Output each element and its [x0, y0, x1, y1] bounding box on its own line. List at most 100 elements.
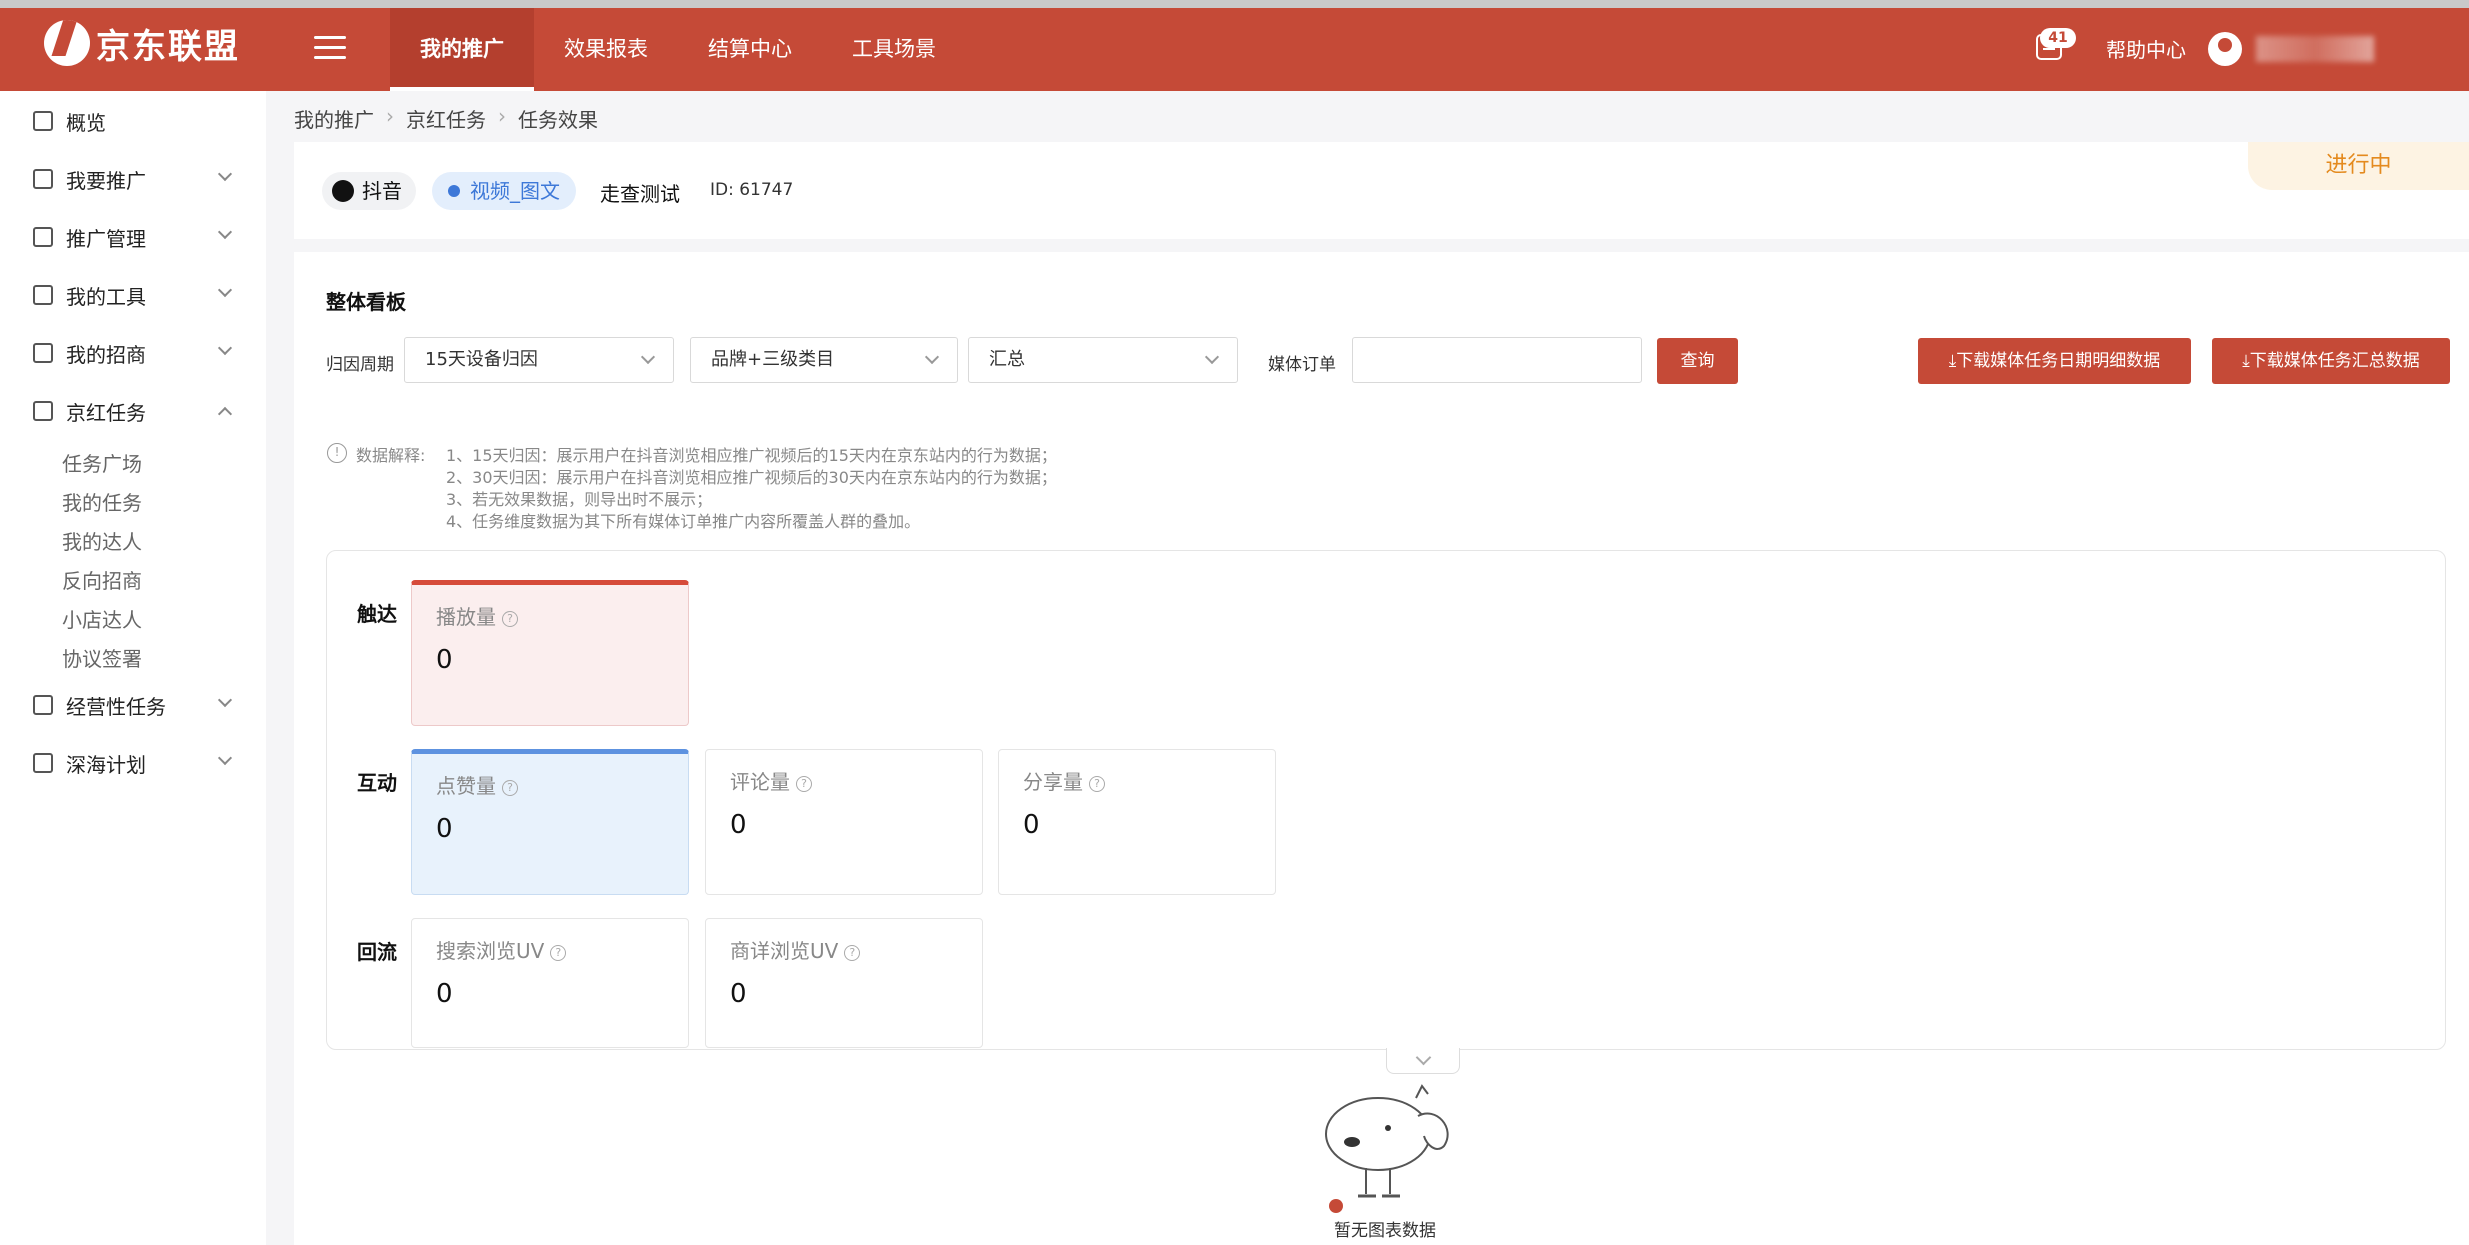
dashboard-icon	[33, 111, 53, 131]
sidebar-item-overview[interactable]: 概览	[0, 101, 266, 141]
metric-value: 0	[730, 810, 747, 840]
attribution-period-select[interactable]: 15天设备归因	[404, 337, 674, 383]
chevron-down-icon	[217, 750, 233, 766]
metric-card-likes[interactable]: 点赞量? 0	[411, 749, 689, 895]
sidebar-subitem-task-square[interactable]: 任务广场	[62, 448, 142, 477]
metric-card-search-uv[interactable]: 搜索浏览UV? 0	[411, 918, 689, 1048]
row-label-reach: 触达	[357, 602, 397, 626]
help-icon[interactable]: ?	[550, 945, 567, 961]
chevron-down-icon	[1204, 349, 1220, 365]
sidebar-item-deep-sea-plan[interactable]: 深海计划	[0, 743, 266, 783]
media-order-input[interactable]	[1352, 337, 1642, 383]
sidebar-item-label: 京红任务	[66, 400, 146, 425]
select-value: 15天设备归因	[425, 349, 538, 370]
help-icon[interactable]: ?	[844, 945, 861, 961]
sidebar-item-label: 我的招商	[66, 342, 146, 367]
tools-icon	[33, 285, 53, 305]
logo-text: 京东联盟	[96, 26, 240, 67]
notification-badge: 41	[2040, 28, 2076, 48]
row-label-interaction: 互动	[357, 771, 397, 795]
breadcrumb: 我的推广 › 京红任务 › 任务效果	[294, 104, 598, 133]
sidebar-item-promote[interactable]: 我要推广	[0, 159, 266, 199]
sidebar-item-label: 我要推广	[66, 168, 146, 193]
select-value: 汇总	[989, 349, 1025, 370]
metric-value: 0	[436, 814, 453, 844]
sidebar-item-business-task[interactable]: 经营性任务	[0, 685, 266, 725]
tab-tool-scenes[interactable]: 工具场景	[822, 8, 966, 91]
user-avatar-icon[interactable]	[2208, 32, 2242, 66]
metric-value: 0	[436, 645, 453, 675]
chevron-down-icon	[217, 224, 233, 240]
summary-select[interactable]: 汇总	[968, 337, 1238, 383]
expand-toggle[interactable]	[1386, 1048, 1460, 1074]
sidebar-item-label: 我的工具	[66, 284, 146, 309]
task-id: ID: 61747	[710, 180, 794, 200]
sidebar-subitem-shop-influencer[interactable]: 小店达人	[62, 604, 142, 633]
sidebar-item-label: 推广管理	[66, 226, 146, 251]
board-title: 整体看板	[326, 290, 406, 314]
sidebar-item-jd-red-task[interactable]: 京红任务	[0, 391, 266, 431]
download-daily-detail-button[interactable]: ⤓下载媒体任务日期明细数据	[1918, 338, 2191, 384]
jd-union-logo[interactable]: 京东联盟	[44, 20, 240, 67]
sidebar-item-label: 概览	[66, 110, 106, 135]
empty-dog-illustration	[1325, 1084, 1449, 1213]
category-select[interactable]: 品牌+三级类目	[690, 337, 958, 383]
metric-title: 商详浏览UV?	[730, 935, 861, 964]
send-icon	[33, 169, 53, 189]
metric-card-detail-uv[interactable]: 商详浏览UV? 0	[705, 918, 983, 1048]
sidebar-subitem-reverse-merchant[interactable]: 反向招商	[62, 565, 142, 594]
metric-card-shares[interactable]: 分享量? 0	[998, 749, 1276, 895]
breadcrumb-separator: ›	[498, 104, 506, 128]
metric-card-comments[interactable]: 评论量? 0	[705, 749, 983, 895]
top-navbar	[0, 8, 2469, 91]
sidebar-item-my-tools[interactable]: 我的工具	[0, 275, 266, 315]
metric-title: 分享量?	[1023, 766, 1105, 795]
sidebar-subitem-agreement-sign[interactable]: 协议签署	[62, 643, 142, 672]
breadcrumb-current: 任务效果	[518, 108, 598, 132]
query-button[interactable]: 查询	[1657, 338, 1738, 384]
metric-title: 搜索浏览UV?	[436, 935, 567, 964]
help-icon[interactable]: ?	[1089, 776, 1105, 792]
select-value: 品牌+三级类目	[711, 349, 835, 370]
note-label: 数据解释:	[356, 446, 426, 465]
merchant-icon	[33, 343, 53, 363]
sidebar-subitem-my-influencers[interactable]: 我的达人	[62, 526, 142, 555]
help-icon[interactable]: ?	[502, 611, 518, 627]
metric-title: 评论量?	[730, 766, 812, 795]
sidebar-item-label: 深海计划	[66, 752, 146, 777]
chevron-down-icon	[924, 349, 940, 365]
sidebar-item-label: 经营性任务	[66, 694, 166, 719]
metric-value: 0	[1023, 810, 1040, 840]
help-icon[interactable]: ?	[796, 776, 812, 792]
period-label: 归因周期	[326, 355, 394, 375]
tab-settlement-center[interactable]: 结算中心	[678, 8, 822, 91]
business-task-icon	[33, 695, 53, 715]
help-center-link[interactable]: 帮助中心	[2106, 34, 2186, 63]
help-icon[interactable]: ?	[502, 780, 518, 796]
breadcrumb-item[interactable]: 我的推广	[294, 104, 374, 133]
metric-card-plays[interactable]: 播放量? 0	[411, 580, 689, 726]
sidebar-subitem-my-tasks[interactable]: 我的任务	[62, 487, 142, 516]
chevron-down-icon	[217, 340, 233, 356]
download-summary-button[interactable]: ⤓下载媒体任务汇总数据	[2212, 338, 2450, 384]
note-line: 1、15天归因：展示用户在抖音浏览相应推广视频后的15天内在京东站内的行为数据；	[446, 446, 1057, 465]
tab-effect-report[interactable]: 效果报表	[534, 8, 678, 91]
metric-title: 点赞量?	[436, 770, 518, 799]
deep-sea-icon	[33, 753, 53, 773]
info-icon: !	[327, 443, 347, 463]
content-type-tag: 视频_图文	[432, 172, 576, 210]
breadcrumb-separator: ›	[386, 104, 394, 128]
hamburger-menu-icon[interactable]	[314, 36, 346, 62]
metric-value: 0	[730, 979, 747, 1009]
sidebar-item-promotion-manage[interactable]: 推广管理	[0, 217, 266, 257]
chevron-down-icon	[217, 692, 233, 708]
task-name: 走查测试	[600, 182, 680, 206]
empty-chart-text: 暂无图表数据	[1334, 1221, 1436, 1241]
sidebar-item-my-merchant[interactable]: 我的招商	[0, 333, 266, 373]
breadcrumb-item[interactable]: 京红任务	[406, 104, 486, 133]
chevron-down-icon	[217, 166, 233, 182]
username-redacted	[2256, 36, 2374, 62]
manage-icon	[33, 227, 53, 247]
window-top-strip	[0, 0, 2469, 8]
tab-my-promotion[interactable]: 我的推广	[390, 8, 534, 91]
